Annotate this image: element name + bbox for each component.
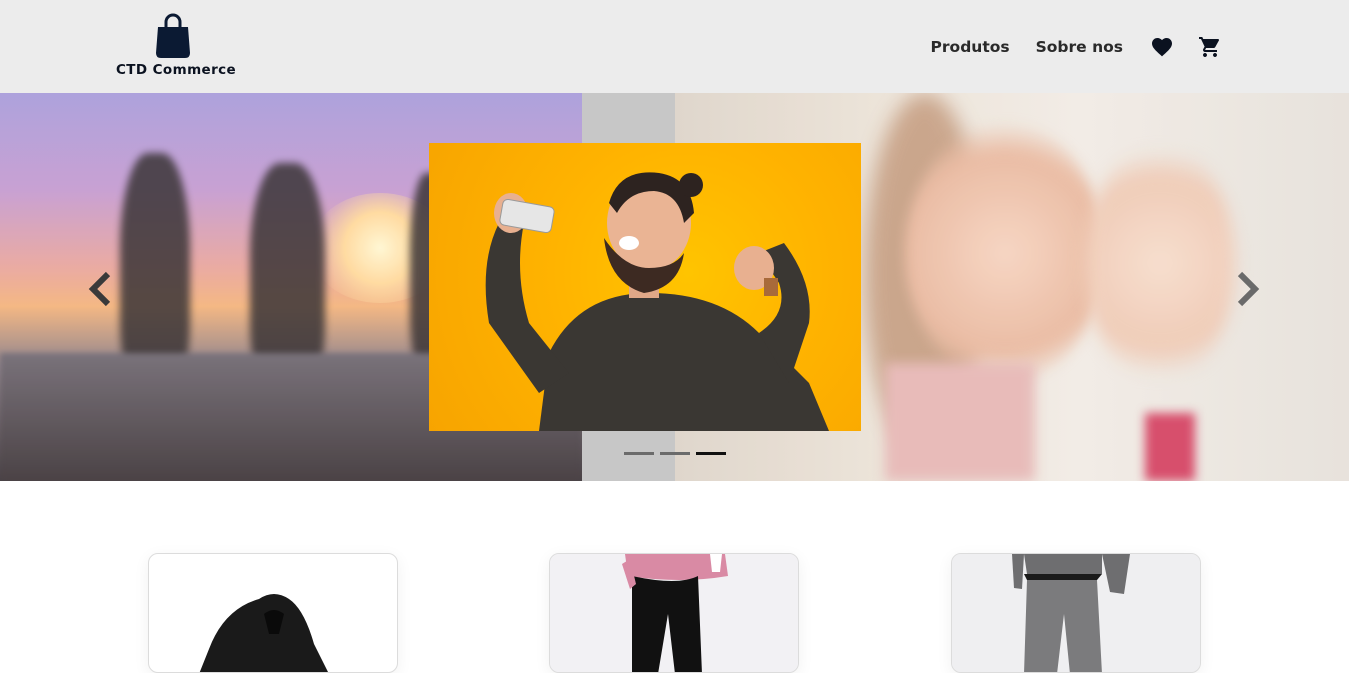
hoodie-image bbox=[199, 594, 328, 672]
hero-carousel[interactable] bbox=[0, 93, 1349, 481]
main-nav: Produtos Sobre nos bbox=[931, 33, 1223, 61]
man-singing-phone-image bbox=[485, 172, 829, 431]
product-card[interactable] bbox=[148, 553, 398, 673]
carousel-prev-button[interactable] bbox=[86, 271, 116, 307]
active-slide-image bbox=[429, 143, 861, 431]
chevron-left-icon bbox=[88, 271, 111, 307]
brand-name: CTD Commerce bbox=[116, 62, 237, 78]
cart-icon[interactable] bbox=[1197, 34, 1223, 60]
gray-sweatpants-image bbox=[952, 554, 1200, 672]
carousel-indicators bbox=[624, 452, 732, 455]
carousel-indicator-2[interactable] bbox=[660, 452, 690, 455]
product-card[interactable] bbox=[549, 553, 799, 673]
carousel-indicator-1[interactable] bbox=[624, 452, 654, 455]
site-header: CTD Commerce Produtos Sobre nos bbox=[0, 0, 1349, 93]
pink-sweater-black-pants-image bbox=[550, 554, 798, 672]
shopping-bag-icon bbox=[156, 13, 190, 58]
carousel-indicator-3[interactable] bbox=[696, 452, 726, 455]
product-card[interactable] bbox=[951, 553, 1201, 673]
nav-products-link[interactable]: Produtos bbox=[931, 38, 1010, 56]
nav-about-link[interactable]: Sobre nos bbox=[1036, 38, 1123, 56]
heart-icon[interactable] bbox=[1149, 34, 1175, 60]
chevron-right-icon bbox=[1237, 271, 1260, 307]
carousel-next-button[interactable] bbox=[1232, 271, 1262, 307]
brand-logo[interactable]: CTD Commerce bbox=[116, 13, 237, 81]
